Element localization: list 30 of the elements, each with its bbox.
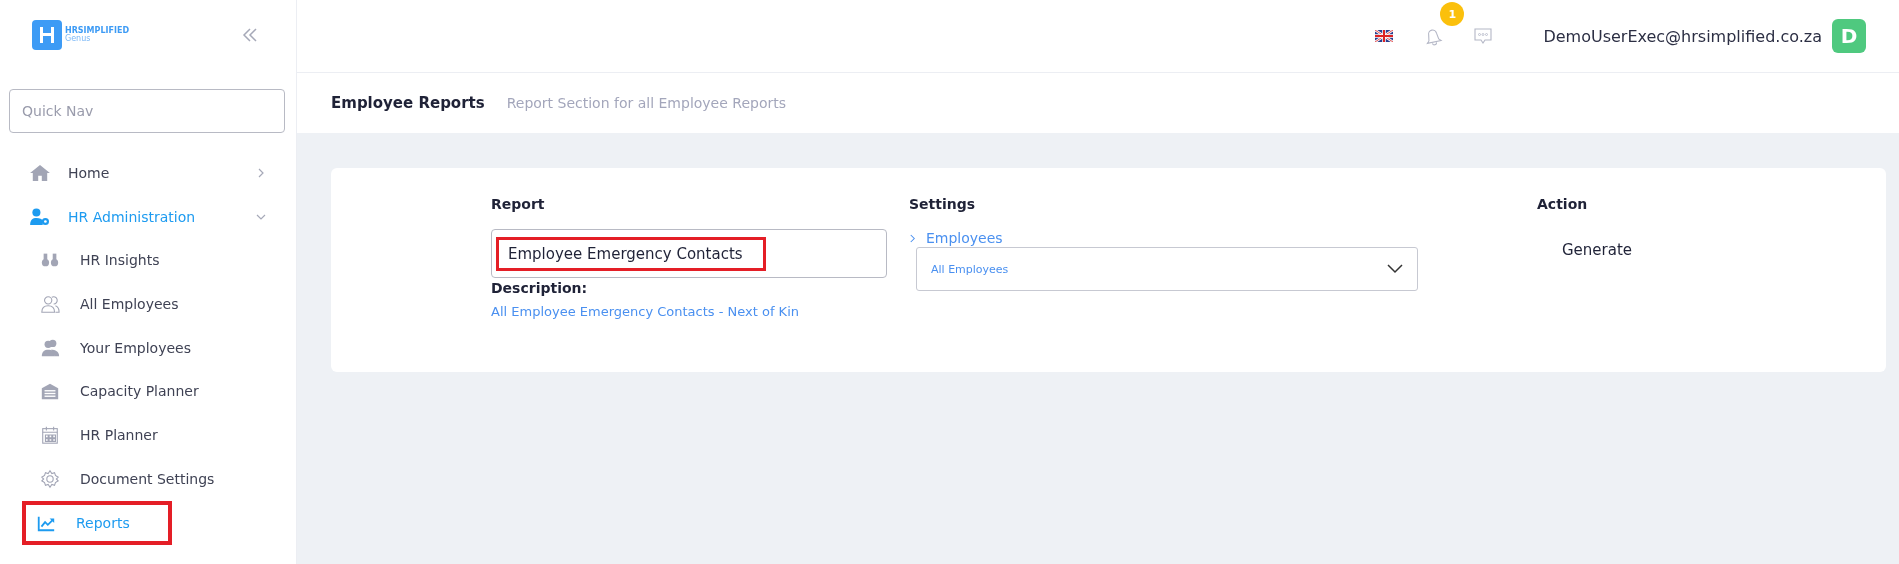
- page-title: Employee Reports: [331, 94, 485, 112]
- product-name: Genus: [65, 35, 91, 43]
- user-gear-icon: [30, 207, 50, 226]
- sidebar-item[interactable]: All Employees: [0, 282, 292, 326]
- logo-icon: [32, 20, 62, 50]
- description-heading: Description:: [491, 280, 589, 296]
- chevron-icon: [909, 233, 916, 243]
- sidebar-item[interactable]: Capacity Planner: [0, 369, 292, 414]
- column-heading: Action: [1537, 196, 1589, 212]
- chevron-down-icon: [1387, 264, 1403, 274]
- description-text: All Employee Emergency Contacts - Next of Kin: [491, 304, 800, 319]
- column-heading: Settings: [909, 196, 977, 212]
- report-field[interactable]: Employee Emergency Contacts: [491, 229, 887, 278]
- user-email[interactable]: DemoUserExec@hrsimplified.co.za: [1543, 26, 1822, 46]
- page-subtitle: Report Section for all Employee Reports: [506, 95, 786, 111]
- home-icon: [30, 163, 50, 182]
- collapse-icon[interactable]: [242, 28, 258, 42]
- sidebar-item[interactable]: Home: [0, 151, 292, 195]
- quick-nav-field[interactable]: Quick Nav: [9, 89, 285, 133]
- sidebar-item[interactable]: Document Settings: [0, 456, 292, 501]
- notification-badge: 1: [1440, 2, 1465, 26]
- generate-button[interactable]: Generate: [1562, 237, 1633, 263]
- brand-name: HRSIMPLIFIED: [65, 27, 130, 35]
- sidebar-item[interactable]: HR Planner: [0, 413, 292, 457]
- sidebar-item[interactable]: HR Insights: [0, 238, 292, 283]
- sidebar-item[interactable]: Your Employees: [0, 325, 292, 370]
- uk-flag-icon[interactable]: [1375, 30, 1394, 42]
- chat-icon[interactable]: [1473, 26, 1494, 46]
- report-name: Employee Emergency Contacts: [496, 236, 766, 271]
- column-heading: Report: [491, 196, 546, 212]
